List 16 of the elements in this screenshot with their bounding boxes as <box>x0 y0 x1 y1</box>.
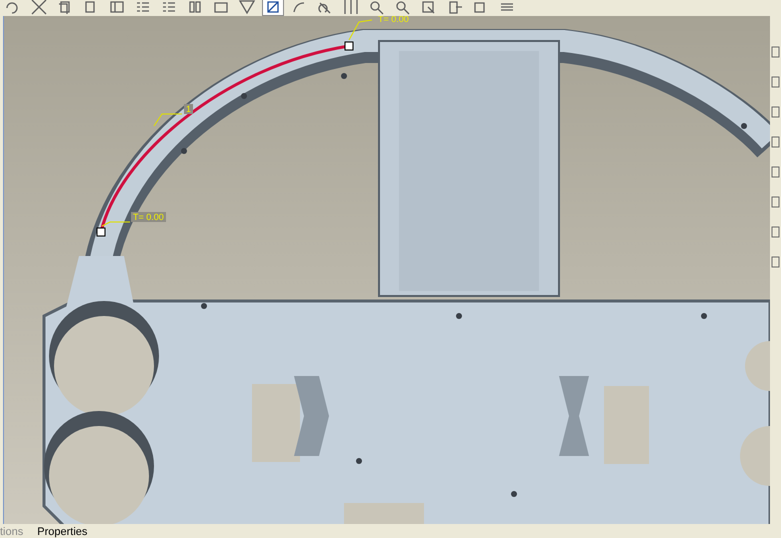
zoom-out-icon <box>394 0 412 15</box>
curve-endpoint[interactable] <box>96 228 106 236</box>
table-icon <box>108 0 126 15</box>
leader-line <box>102 222 130 226</box>
dropdown-caret-icon <box>238 0 256 15</box>
leader-line <box>348 20 372 40</box>
toolbar-button[interactable] <box>236 0 258 16</box>
leader-line <box>154 114 182 126</box>
curve-label: T= 0.00 <box>131 212 166 222</box>
toolbar-button[interactable] <box>262 0 284 16</box>
panel-tab[interactable]: Properties <box>37 526 88 538</box>
curve-label: T= 0.00 <box>378 16 409 24</box>
curve-endpoint[interactable] <box>344 42 354 50</box>
selection-box-icon <box>212 0 230 15</box>
zoom-in-icon <box>368 0 386 15</box>
curve-label: 1 <box>184 104 194 114</box>
